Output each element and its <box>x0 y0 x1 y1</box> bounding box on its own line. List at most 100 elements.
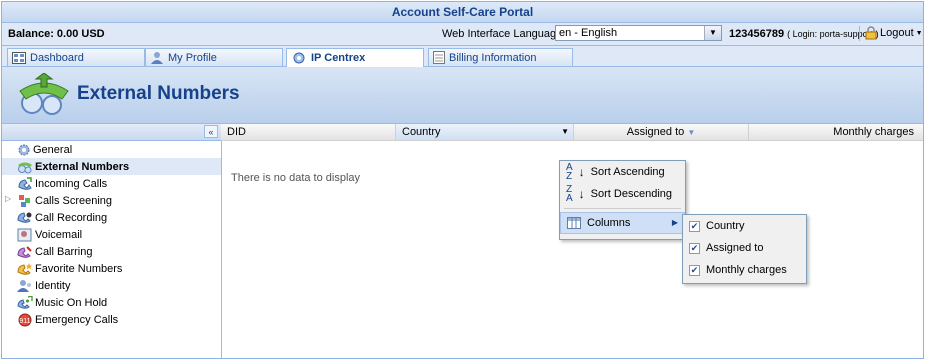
dashboard-icon <box>12 51 26 64</box>
document-icon <box>433 51 445 64</box>
menu-item-sort-descending[interactable]: Z A ↓ Sort Descending <box>560 183 685 205</box>
sidebar-item-incoming-calls[interactable]: Incoming Calls <box>2 175 221 192</box>
menu-item-label: Columns <box>587 217 631 229</box>
sidebar-item-label: Identity <box>35 279 71 292</box>
music-icon <box>17 295 33 309</box>
sidebar-item-label: General <box>33 143 73 156</box>
empty-message: There is no data to display <box>231 172 361 184</box>
sidebar-item-label: Call Recording <box>35 211 108 224</box>
column-toggle-country[interactable]: ✔ Country <box>683 215 806 237</box>
column-label: DID <box>227 126 246 138</box>
call-recording-icon <box>17 211 32 223</box>
sidebar: « General External Numbers Incoming Call… <box>2 124 222 358</box>
sidebar-item-general[interactable]: General <box>2 141 221 158</box>
chevron-down-icon[interactable]: ▼ <box>704 26 721 40</box>
column-header-monthly-charges[interactable]: Monthly charges <box>749 124 923 140</box>
sidebar-item-identity[interactable]: Identity <box>2 277 221 294</box>
sidebar-item-favorite-numbers[interactable]: Favorite Numbers <box>2 260 221 277</box>
sidebar-header: « <box>2 124 221 141</box>
tab-ip-centrex[interactable]: IP Centrex <box>286 48 424 67</box>
collapse-sidebar-button[interactable]: « <box>204 125 218 138</box>
columns-icon <box>567 217 581 229</box>
tab-billing-information[interactable]: Billing Information <box>428 48 573 66</box>
sidebar-item-voicemail[interactable]: Voicemail <box>2 226 221 243</box>
menu-item-label: Sort Descending <box>590 188 672 200</box>
sidebar-item-music-on-hold[interactable]: Music On Hold <box>2 294 221 311</box>
column-header-country[interactable]: Country ▼ <box>396 124 574 140</box>
sidebar-item-label: Calls Screening <box>35 194 113 207</box>
menu-item-label: Country <box>706 220 745 232</box>
lock-icon <box>865 26 877 40</box>
network-icon <box>293 52 305 63</box>
expand-arrow-icon[interactable]: ▷ <box>5 194 11 203</box>
column-menu-trigger-icon[interactable]: ▼ <box>561 124 569 140</box>
svg-text:911: 911 <box>19 318 30 325</box>
call-barring-icon <box>17 245 32 258</box>
sidebar-item-label: External Numbers <box>35 160 130 173</box>
menu-item-sort-ascending[interactable]: A Z ↓ Sort Ascending <box>560 161 685 183</box>
portal-window: Account Self-Care Portal Balance: 0.00 U… <box>1 1 924 359</box>
logout-label: Logout <box>880 27 914 39</box>
column-toggle-assigned-to[interactable]: ✔ Assigned to <box>683 237 806 259</box>
grid-header: DID Country ▼ Assigned to ▼ Monthly char… <box>221 124 923 141</box>
external-numbers-icon <box>19 73 69 115</box>
language-select[interactable]: en - English ▼ <box>555 25 722 41</box>
external-numbers-icon <box>18 162 32 173</box>
portal-title: Account Self-Care Portal <box>2 2 923 23</box>
tab-label: IP Centrex <box>311 52 366 64</box>
language-label: Web Interface Language: <box>442 28 566 40</box>
tab-label: My Profile <box>168 51 217 64</box>
sidebar-item-label: Voicemail <box>35 228 83 241</box>
tab-label: Dashboard <box>30 51 84 64</box>
column-menu: A Z ↓ Sort Ascending Z A ↓ Sort Descending C… <box>559 160 686 240</box>
checkbox-checked-icon[interactable]: ✔ <box>689 242 700 254</box>
sidebar-item-external-numbers[interactable]: External Numbers <box>2 158 221 175</box>
menu-item-label: Assigned to <box>706 242 764 254</box>
sort-descending-icon: ZA <box>566 184 573 204</box>
logout-button[interactable]: Logout ▼ <box>864 26 923 40</box>
sidebar-item-call-recording[interactable]: Call Recording <box>2 209 221 226</box>
page-header: External Numbers <box>2 67 923 124</box>
gear-icon <box>18 144 30 155</box>
checkbox-checked-icon[interactable]: ✔ <box>689 264 700 276</box>
profile-icon <box>151 52 163 64</box>
incoming-calls-icon <box>18 176 32 190</box>
menu-item-label: Monthly charges <box>706 264 787 276</box>
menu-item-label: Sort Ascending <box>590 166 665 178</box>
sidebar-item-calls-screening[interactable]: ▷ Calls Screening <box>2 192 221 209</box>
sidebar-item-call-barring[interactable]: Call Barring <box>2 243 221 260</box>
chevron-down-icon: ▼ <box>915 29 923 37</box>
column-label: Assigned to <box>626 126 685 138</box>
account-info: 123456789 ( Login: porta-support ) <box>729 28 879 40</box>
divider <box>859 26 860 41</box>
submenu-arrow-icon: ▶ <box>671 218 678 227</box>
sort-arrow-icon: ↓ <box>578 165 585 179</box>
sidebar-item-label: Call Barring <box>35 245 93 258</box>
tab-dashboard[interactable]: Dashboard <box>7 48 145 66</box>
column-toggle-monthly-charges[interactable]: ✔ Monthly charges <box>683 259 806 281</box>
sort-arrow-icon: ↓ <box>578 187 585 201</box>
account-id: 123456789 <box>729 28 785 40</box>
sidebar-item-label: Incoming Calls <box>35 177 108 190</box>
columns-submenu: ✔ Country ✔ Assigned to ✔ Monthly charge… <box>682 214 807 284</box>
voicemail-icon <box>17 228 32 241</box>
emergency-icon: 911 <box>18 313 32 326</box>
column-label: Monthly charges <box>833 126 914 138</box>
favorite-numbers-icon <box>17 262 33 275</box>
sidebar-item-label: Favorite Numbers <box>35 262 123 275</box>
column-label: Country <box>402 126 441 138</box>
sort-ascending-icon: AZ <box>566 162 573 182</box>
identity-icon <box>17 279 31 292</box>
column-header-did[interactable]: DID <box>221 124 396 140</box>
sidebar-item-emergency-calls[interactable]: 911 Emergency Calls <box>2 311 221 328</box>
language-value: en - English <box>559 27 618 39</box>
tab-my-profile[interactable]: My Profile <box>145 48 283 66</box>
menu-separator <box>564 208 681 209</box>
menu-item-columns[interactable]: Columns ▶ <box>560 212 685 234</box>
sort-desc-icon: ▼ <box>687 128 696 137</box>
column-header-assigned-to[interactable]: Assigned to ▼ <box>574 124 749 140</box>
tab-label: Billing Information <box>449 51 537 64</box>
checkbox-checked-icon[interactable]: ✔ <box>689 220 700 232</box>
sidebar-item-label: Emergency Calls <box>35 313 119 326</box>
calls-screening-icon <box>19 194 30 207</box>
